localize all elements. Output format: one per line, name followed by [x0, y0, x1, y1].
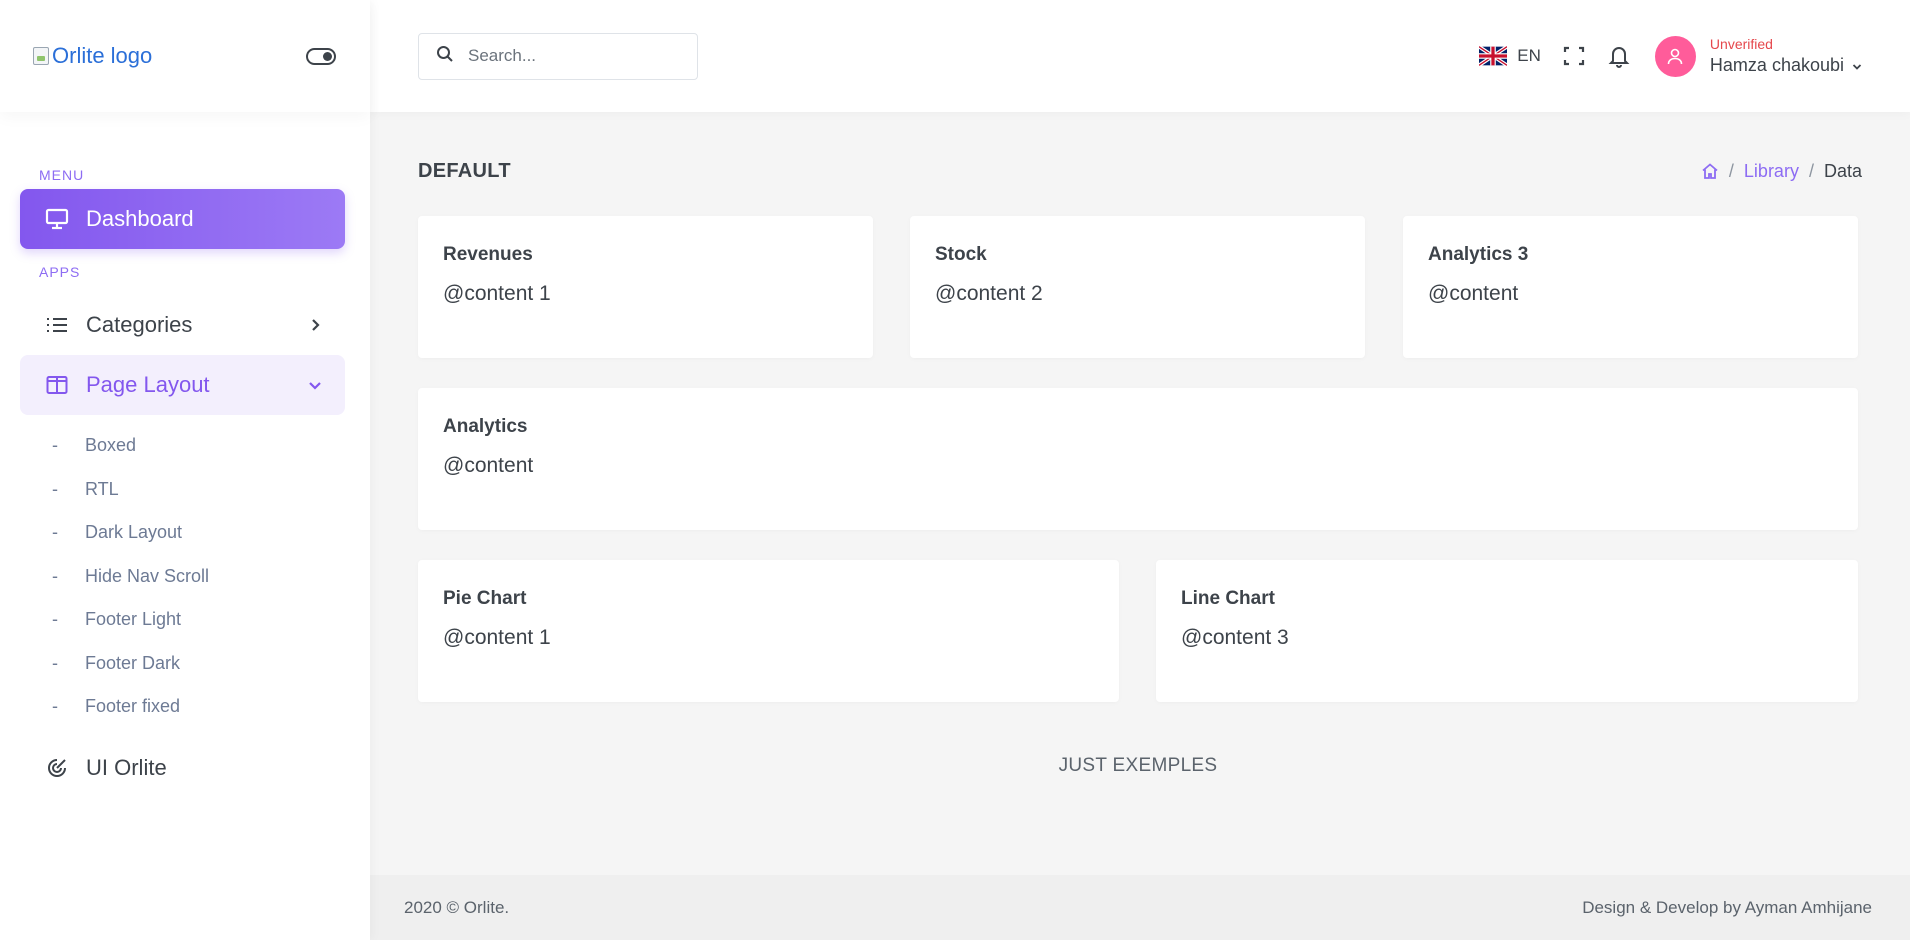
- breadcrumb-current: Data: [1823, 160, 1862, 181]
- user-status: Unverified: [1709, 36, 1773, 52]
- header-actions: EN Unverified Hamza chakoubi: [1479, 0, 1910, 112]
- bullet: -: [52, 652, 58, 673]
- breadcrumb-separator: /: [1808, 160, 1814, 181]
- sidebar-item-label: Categories: [86, 312, 193, 337]
- sidebar-toggle-icon[interactable]: [306, 47, 336, 65]
- card-content: @content: [443, 454, 534, 477]
- submenu-item-label: Dark Layout: [85, 522, 183, 543]
- sidebar-item-label: Dashboard: [86, 206, 194, 231]
- layout-icon: [45, 373, 69, 397]
- footer: 2020 © Orlite. Design & Develop by Ayman…: [370, 875, 1910, 940]
- footer-copyright: 2020 © Orlite.: [404, 897, 510, 917]
- submenu-item-footer-fixed[interactable]: - Footer fixed: [0, 685, 370, 729]
- home-icon[interactable]: [1701, 162, 1719, 180]
- page-title: DEFAULT: [418, 159, 511, 182]
- bullet: -: [52, 478, 58, 499]
- uk-flag-icon: [1479, 46, 1508, 66]
- bullet: -: [52, 696, 58, 717]
- card-stock: Stock @content 2: [910, 216, 1365, 358]
- search-icon: [436, 45, 454, 68]
- submenu-item-rtl[interactable]: - RTL: [0, 468, 370, 512]
- submenu-item-label: Footer fixed: [85, 696, 181, 717]
- user-icon: [1668, 48, 1683, 65]
- card-title: Pie Chart: [443, 588, 527, 609]
- radar-icon: [45, 756, 69, 780]
- submenu-item-label: RTL: [85, 478, 119, 499]
- language-label: EN: [1517, 46, 1541, 65]
- chevron-down-icon: [305, 375, 325, 395]
- logo[interactable]: Orlite logo: [33, 43, 152, 69]
- search-input[interactable]: [468, 46, 668, 66]
- section-label-apps: APPS: [39, 264, 81, 280]
- title-row: DEFAULT / Library / Data: [418, 156, 1862, 186]
- card-title: Analytics 3: [1428, 244, 1529, 265]
- broken-image-icon: [33, 47, 49, 65]
- bullet: -: [52, 522, 58, 543]
- bullet: -: [52, 565, 58, 586]
- card-title: Revenues: [443, 244, 533, 265]
- sidebar: Orlite logo MENU Dashboard APPS Categori…: [0, 0, 370, 940]
- sidebar-item-page-layout[interactable]: Page Layout: [20, 355, 345, 415]
- search-box: [418, 32, 698, 80]
- chevron-down-icon: [1852, 53, 1862, 77]
- breadcrumb-link-library[interactable]: Library: [1744, 161, 1799, 182]
- card-title: Line Chart: [1181, 588, 1275, 609]
- submenu-item-label: Boxed: [85, 435, 137, 456]
- sidebar-item-label: Page Layout: [86, 372, 210, 397]
- footer-credit: Design & Develop by Ayman Amhijane: [1582, 897, 1872, 917]
- card-analytics: Analytics @content: [418, 388, 1858, 530]
- card-content: @content: [1428, 282, 1519, 305]
- main-content: DEFAULT / Library / Data Revenues @conte…: [370, 112, 1910, 875]
- submenu-item-hide-nav-scroll[interactable]: - Hide Nav Scroll: [0, 555, 370, 599]
- submenu-item-label: Hide Nav Scroll: [85, 565, 210, 586]
- monitor-icon: [45, 207, 69, 231]
- logo-row: Orlite logo: [0, 0, 370, 112]
- sidebar-item-label: UI Orlite: [86, 754, 167, 780]
- card-analytics-3: Analytics 3 @content: [1403, 216, 1858, 358]
- chevron-right-icon: [305, 315, 325, 335]
- user-name: Hamza chakoubi: [1709, 55, 1844, 75]
- bell-icon[interactable]: [1606, 43, 1632, 69]
- submenu-item-label: Footer Light: [85, 609, 182, 630]
- sidebar-item-ui-orlite[interactable]: UI Orlite: [20, 738, 345, 798]
- breadcrumb-separator: /: [1728, 160, 1734, 181]
- card-title: Stock: [935, 244, 987, 265]
- card-content: @content 2: [935, 282, 1043, 305]
- logo-alt-text: Orlite logo: [52, 43, 153, 68]
- examples-note: JUST EXEMPLES: [1058, 755, 1218, 776]
- submenu-item-footer-dark[interactable]: - Footer Dark: [0, 642, 370, 686]
- breadcrumb: / Library / Data: [1701, 161, 1862, 182]
- submenu-item-boxed[interactable]: - Boxed: [0, 424, 370, 468]
- bullet: -: [52, 609, 58, 630]
- sidebar-item-dashboard[interactable]: Dashboard: [20, 189, 345, 249]
- language-selector[interactable]: EN: [1479, 46, 1541, 66]
- submenu-item-footer-light[interactable]: - Footer Light: [0, 598, 370, 642]
- submenu-item-dark-layout[interactable]: - Dark Layout: [0, 511, 370, 555]
- avatar: [1654, 35, 1696, 77]
- card-content: @content 3: [1181, 626, 1289, 649]
- fullscreen-icon[interactable]: [1561, 43, 1587, 69]
- card-content: @content 1: [443, 282, 551, 305]
- bullet: -: [52, 435, 58, 456]
- card-line-chart: Line Chart @content 3: [1156, 560, 1858, 702]
- section-label-menu: MENU: [39, 167, 85, 183]
- card-revenues: Revenues @content 1: [418, 216, 873, 358]
- page-layout-submenu: - Boxed - RTL - Dark Layout - Hide Nav S…: [0, 424, 370, 729]
- card-content: @content 1: [443, 626, 551, 649]
- sidebar-item-categories[interactable]: Categories: [20, 295, 345, 355]
- list-icon: [45, 313, 69, 337]
- card-title: Analytics: [443, 416, 528, 437]
- top-header: EN Unverified Hamza chakoubi: [370, 0, 1910, 112]
- card-pie-chart: Pie Chart @content 1: [418, 560, 1119, 702]
- user-menu[interactable]: Unverified Hamza chakoubi: [1654, 35, 1862, 77]
- submenu-item-label: Footer Dark: [85, 652, 181, 673]
